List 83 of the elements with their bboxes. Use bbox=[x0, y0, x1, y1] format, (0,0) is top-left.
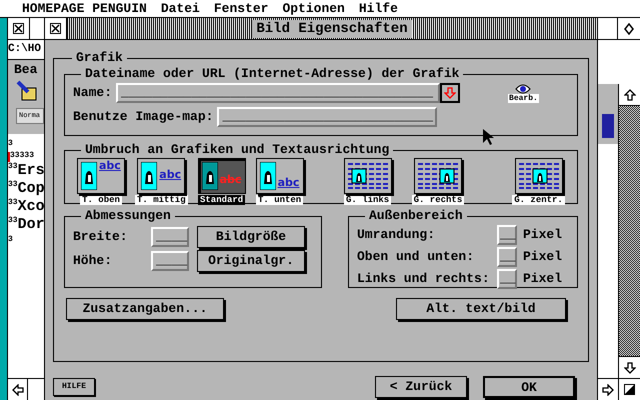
line-number: 33 bbox=[8, 198, 18, 207]
margin-field[interactable]: __ bbox=[497, 269, 517, 289]
sample-text: abc bbox=[278, 177, 300, 188]
close-icon[interactable] bbox=[13, 23, 24, 34]
toolbar-label: Bea bbox=[14, 62, 38, 76]
text-line: Dor bbox=[18, 216, 44, 234]
option-label: T. mittig bbox=[135, 195, 188, 205]
wrap-option[interactable] bbox=[414, 158, 462, 194]
wrap-option[interactable]: abc bbox=[77, 158, 125, 194]
up-arrow-icon[interactable] bbox=[624, 88, 636, 100]
eye-icon[interactable] bbox=[515, 84, 532, 94]
unit-label: Pixel bbox=[523, 226, 562, 244]
option-label: T. oben bbox=[80, 195, 122, 205]
line-number: 33 bbox=[8, 180, 18, 190]
unit-label: Pixel bbox=[523, 270, 562, 288]
pen-icon[interactable] bbox=[16, 80, 38, 102]
app-menu[interactable]: HOMEPAGE PENGUIN bbox=[22, 2, 147, 15]
path-text: C:\HO bbox=[8, 44, 42, 55]
imagemap-label: Benutze Image-map: bbox=[73, 108, 214, 126]
layout-icon bbox=[416, 161, 460, 191]
name-label: Name: bbox=[73, 84, 112, 102]
line-number: 33 bbox=[8, 162, 18, 172]
option-label: Standard bbox=[198, 195, 246, 205]
window-title: Bild Eigenschaften bbox=[252, 20, 412, 38]
alt-text-button[interactable]: Alt. text/bild bbox=[396, 298, 566, 320]
dimension-button[interactable]: Originalgr. bbox=[197, 250, 305, 272]
right-arrow-icon[interactable] bbox=[602, 384, 614, 396]
left-arrow-icon[interactable] bbox=[12, 384, 24, 396]
margin-label: Umrandung: bbox=[357, 226, 436, 244]
sample-text: abc bbox=[99, 160, 121, 171]
menu-item[interactable]: Hilfe bbox=[358, 2, 398, 15]
extra-button[interactable]: Zusatzangaben... bbox=[66, 298, 224, 320]
unit-label: Pixel bbox=[523, 248, 562, 266]
resize-icon[interactable] bbox=[624, 384, 635, 395]
wrap-option[interactable] bbox=[514, 158, 563, 194]
group-title: Abmessungen bbox=[84, 208, 172, 224]
back-button[interactable]: < Zurück bbox=[375, 376, 467, 398]
margin-field[interactable]: __ bbox=[497, 225, 517, 245]
margin-label: Oben und unten: bbox=[357, 248, 476, 266]
group-title: Dateiname oder URL (Internet-Adresse) der Grafik bbox=[84, 66, 460, 82]
text-line: Ers bbox=[18, 162, 44, 180]
group-title: Grafik bbox=[75, 50, 124, 66]
option-label: G. rechts bbox=[412, 195, 464, 205]
imagemap-field[interactable]: ___________________________ bbox=[217, 107, 438, 127]
wrap-option[interactable]: abc bbox=[137, 158, 186, 194]
dimension-button[interactable]: Bildgröße bbox=[197, 226, 305, 248]
wrap-option[interactable] bbox=[344, 158, 392, 194]
down-arrow-icon[interactable] bbox=[624, 362, 636, 374]
image-icon bbox=[260, 162, 276, 190]
dimension-field[interactable]: ____ bbox=[151, 227, 189, 247]
menu-item[interactable]: Datei bbox=[160, 2, 200, 15]
dimension-field[interactable]: ____ bbox=[151, 251, 189, 271]
close-icon[interactable] bbox=[50, 23, 61, 34]
option-label: T. unten bbox=[256, 195, 304, 205]
sample-text: abc bbox=[159, 169, 182, 180]
ok-button[interactable]: OK bbox=[483, 376, 575, 398]
help-button[interactable]: HILFE bbox=[53, 378, 95, 396]
image-icon bbox=[81, 162, 97, 190]
layout-icon bbox=[516, 161, 561, 191]
text-line: 3 bbox=[8, 234, 13, 246]
image-icon bbox=[141, 162, 158, 190]
menu-item[interactable]: Optionen bbox=[282, 2, 345, 15]
text-line: Xco bbox=[18, 198, 44, 216]
text-line: 33333 bbox=[10, 150, 34, 162]
wrap-option[interactable]: abc bbox=[256, 158, 304, 194]
text-line: Cop bbox=[18, 180, 44, 198]
menu-item[interactable]: Fenster bbox=[214, 2, 268, 15]
group-title: Außenbereich bbox=[368, 208, 464, 224]
option-label: G. zentr. bbox=[512, 195, 565, 205]
group-title: Umbruch an Grafiken und Textausrichtung bbox=[84, 142, 390, 158]
dropdown-button[interactable] bbox=[440, 83, 460, 103]
sample-text: abc bbox=[220, 174, 242, 185]
layout-icon bbox=[346, 161, 390, 191]
name-field[interactable]: ________________________________________ bbox=[116, 83, 440, 103]
margin-field[interactable]: __ bbox=[497, 247, 517, 267]
option-label: G. links bbox=[344, 195, 392, 205]
text-line: 3 bbox=[8, 138, 13, 150]
dimension-label: Breite: bbox=[73, 228, 129, 246]
fuller-icon[interactable] bbox=[624, 22, 634, 34]
image-icon bbox=[202, 162, 218, 190]
dimension-label: Höhe: bbox=[73, 252, 114, 270]
line-number: 33 bbox=[8, 216, 18, 226]
margin-label: Links und rechts: bbox=[357, 270, 491, 288]
